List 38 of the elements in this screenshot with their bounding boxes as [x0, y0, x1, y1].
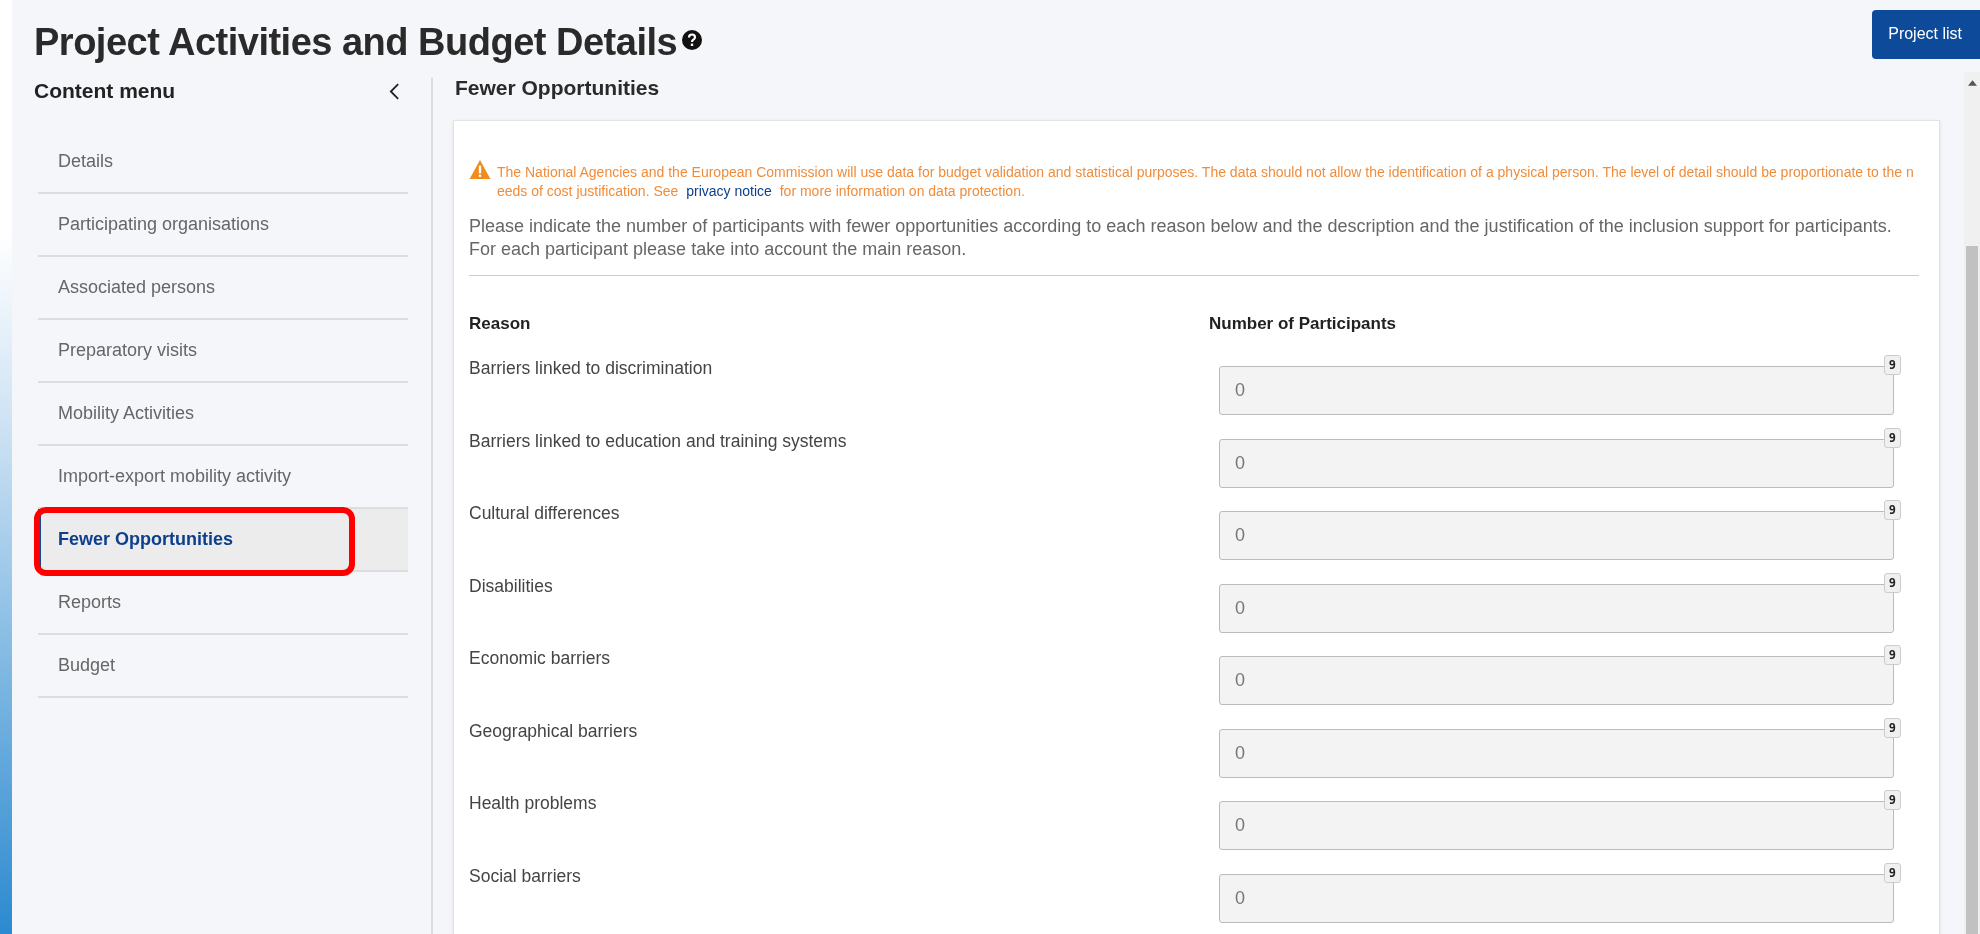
- sidebar-item[interactable]: Budget: [38, 635, 408, 698]
- sidebar-item[interactable]: Details: [38, 131, 408, 194]
- reason-label: Economic barriers: [469, 648, 612, 670]
- sidebar-item[interactable]: Associated persons: [38, 257, 408, 320]
- character-limit-badge: 9: [1883, 500, 1901, 520]
- scroll-up-icon[interactable]: [1967, 80, 1977, 86]
- intro-text: Please indicate the number of participants with fewer opportunities according to each reason below and the description and the justification of the inclusion support for participants. For each participant please take into account the main reason.: [469, 215, 1893, 261]
- reason-label: Disabilities: [469, 575, 554, 598]
- sidebar-item[interactable]: Fewer Opportunities: [38, 509, 408, 572]
- reason-label: Geographical barriers: [469, 720, 639, 743]
- sidebar-item[interactable]: Participating organisations: [38, 194, 408, 257]
- help-icon: [682, 30, 703, 50]
- warning-icon: [469, 160, 491, 179]
- page-title: Project Activities and Budget Details: [34, 20, 678, 64]
- column-header: Reason: [469, 314, 532, 335]
- sidebar-item[interactable]: Mobility Activities: [38, 383, 408, 446]
- privacy-notice-link[interactable]: privacy notice: [686, 183, 772, 199]
- reason-label: Barriers linked to discrimination: [469, 358, 714, 380]
- reason-label: Barriers linked to education and training systems: [469, 430, 848, 453]
- sidebar-title: Content menu: [34, 79, 176, 103]
- character-limit-badge: 9: [1883, 717, 1901, 738]
- warning-text: The National Agencies and the European Commission will use data for budget validation and statistical purposes. The data should not allow the identification of a physical person. The level of detail should be proportionate to the needs of cost justification. See privacy notice for more information on data protection.: [497, 163, 1915, 201]
- character-limit-badge: 9: [1883, 790, 1901, 810]
- section-title: Fewer Opportunities: [455, 76, 661, 100]
- character-limit-badge: 9: [1883, 645, 1901, 665]
- reason-label: Social barriers: [469, 865, 582, 888]
- character-limit-badge: 9: [1883, 862, 1901, 883]
- project-list-button[interactable]: Project list: [1872, 10, 1980, 59]
- scrollbar[interactable]: [1964, 72, 1980, 934]
- column-header: Number of Participants: [1209, 314, 1398, 335]
- reason-label: Health problems: [469, 793, 598, 815]
- sidebar-item[interactable]: Preparatory visits: [38, 320, 408, 383]
- sidebar-item[interactable]: Reports: [38, 572, 408, 635]
- character-limit-badge: 9: [1883, 355, 1901, 375]
- reason-label: Cultural differences: [469, 503, 621, 525]
- character-limit-badge: 9: [1883, 572, 1901, 593]
- collapse-icon[interactable]: [389, 82, 400, 100]
- character-limit-badge: 9: [1883, 427, 1901, 448]
